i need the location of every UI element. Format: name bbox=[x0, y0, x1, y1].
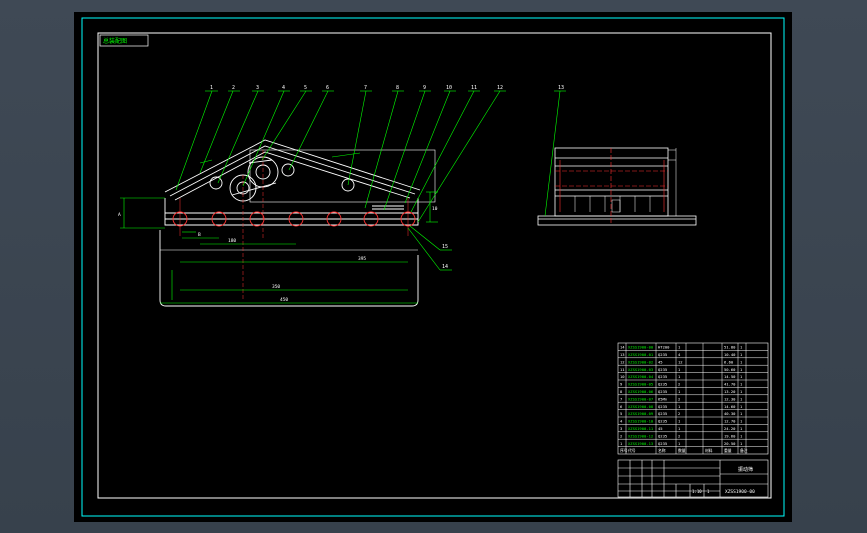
parts-table-cell: XZSS1900-11 bbox=[628, 426, 654, 431]
parts-table-cell: 13 bbox=[620, 352, 625, 357]
parts-table-cell: XZSS1900-12 bbox=[628, 433, 653, 438]
leader-number: 1 bbox=[210, 85, 213, 91]
leader-number: 8 bbox=[396, 85, 399, 91]
drawing-sheet[interactable]: 总装配图 1 2 3 4 5 6 7 8 9 10 11 12 15 14 A … bbox=[0, 0, 867, 533]
leader-number: 14 bbox=[442, 264, 448, 270]
parts-table-header-cell: 名称 bbox=[658, 448, 666, 453]
parts-table-cell: 14.50 bbox=[724, 374, 736, 379]
parts-table-cell: XZSS1900-05 bbox=[628, 382, 653, 387]
dimension-text: 450 bbox=[280, 297, 288, 303]
parts-table-cell: 7 bbox=[620, 396, 622, 401]
parts-table-cell: Q235 bbox=[658, 367, 667, 372]
parts-table-cell: XZSS1900-07 bbox=[628, 396, 653, 401]
leader-number: 3 bbox=[256, 85, 259, 91]
parts-table-header-cell: 材料 bbox=[705, 448, 713, 453]
dimension-text: B bbox=[198, 232, 201, 238]
parts-table-cell: 41.70 bbox=[724, 382, 736, 387]
parts-table-cell: 13.20 bbox=[724, 389, 736, 394]
parts-table-cell: 12.30 bbox=[724, 396, 736, 401]
parts-table-cell: Q235 bbox=[658, 389, 667, 394]
parts-table-cell: XZSS1900-00 bbox=[628, 345, 654, 350]
parts-table-cell: XZSS1900-13 bbox=[628, 441, 653, 446]
parts-table-cell: 24.20 bbox=[724, 426, 736, 431]
parts-table-cell: XZSS1900-02 bbox=[628, 359, 653, 364]
parts-table-cell: 65Mn bbox=[658, 396, 667, 401]
parts-table-cell: 20.50 bbox=[724, 441, 736, 446]
parts-table-cell: Q235 bbox=[658, 411, 667, 416]
parts-table-cell: Q235 bbox=[658, 404, 667, 409]
title-tag: 总装配图 bbox=[103, 37, 127, 45]
parts-table-header-cell: 代号 bbox=[628, 448, 636, 453]
leader-number: 7 bbox=[364, 85, 367, 91]
parts-table-cell: 40.30 bbox=[724, 411, 736, 416]
parts-table-cell: XZSS1900-03 bbox=[628, 367, 653, 372]
parts-table-header-cell: 备注 bbox=[740, 448, 748, 453]
parts-table-cell: Q235 bbox=[658, 441, 667, 446]
parts-table-cell: 2 bbox=[678, 396, 680, 401]
parts-table-cell: XZSS1900-01 bbox=[628, 352, 654, 357]
parts-table-cell: HT200 bbox=[658, 345, 670, 350]
dimension-text: 180 bbox=[228, 238, 236, 244]
leader-number: 9 bbox=[423, 85, 426, 91]
parts-table-cell: XZSS1900-09 bbox=[628, 411, 654, 416]
leader-number: 15 bbox=[442, 244, 448, 250]
drawing-name: 振动筛 bbox=[738, 466, 753, 473]
drawing-number: XZSS1900-00 bbox=[725, 489, 755, 495]
model-space bbox=[74, 12, 792, 522]
parts-table-cell: 10.40 bbox=[724, 352, 736, 357]
parts-table-cell: 19.60 bbox=[724, 433, 736, 438]
parts-table-cell: Q235 bbox=[658, 382, 667, 387]
parts-table-cell: 3 bbox=[620, 426, 622, 431]
parts-table-cell: 12 bbox=[678, 359, 683, 364]
cad-viewport[interactable]: 总装配图 1 2 3 4 5 6 7 8 9 10 11 12 15 14 A … bbox=[0, 0, 867, 533]
parts-table-cell: 2 bbox=[620, 433, 622, 438]
parts-table-cell: XZSS1900-08 bbox=[628, 404, 654, 409]
parts-table-cell: 14 bbox=[620, 345, 625, 350]
parts-table-cell: 14.60 bbox=[724, 404, 736, 409]
parts-table-cell: 45 bbox=[658, 426, 663, 431]
parts-table-cell: XZSS1900-06 bbox=[628, 389, 654, 394]
parts-table-header-cell: 数量 bbox=[678, 448, 686, 453]
parts-table-header-cell: 重量 bbox=[724, 448, 732, 453]
dimension-text: 395 bbox=[358, 256, 366, 262]
leader-number: 10 bbox=[446, 85, 452, 91]
parts-table-cell: 2 bbox=[678, 411, 680, 416]
parts-table-cell: 11 bbox=[620, 367, 625, 372]
parts-table-cell: 12.70 bbox=[724, 419, 736, 424]
parts-table-cell: XZSS1900-04 bbox=[628, 374, 654, 379]
parts-table-header-cell: 序号 bbox=[620, 448, 628, 453]
leader-number: 5 bbox=[304, 85, 307, 91]
parts-table-cell: 12 bbox=[620, 359, 625, 364]
parts-table-cell: 10 bbox=[620, 374, 625, 379]
dimension-text: A bbox=[118, 212, 121, 218]
parts-table-cell: 50.60 bbox=[724, 367, 736, 372]
dimension-text: 350 bbox=[272, 284, 280, 290]
parts-table-cell: 2 bbox=[678, 382, 680, 387]
parts-table-cell: 5 bbox=[620, 411, 622, 416]
parts-table-cell: 2 bbox=[678, 433, 680, 438]
parts-table-cell: XZSS1900-10 bbox=[628, 419, 654, 424]
leader-number: 4 bbox=[282, 85, 285, 91]
drawing-scale: 1:10 bbox=[692, 489, 702, 494]
leader-number: 6 bbox=[326, 85, 329, 91]
dimension-text: 10 bbox=[432, 206, 438, 212]
leader-number: 2 bbox=[232, 85, 235, 91]
side-leader-number: 13 bbox=[558, 85, 564, 91]
parts-table-cell: 6.60 bbox=[724, 359, 734, 364]
parts-table-cell: 51.80 bbox=[724, 345, 736, 350]
parts-table-cell: Q235 bbox=[658, 374, 667, 379]
parts-table-cell: Q235 bbox=[658, 352, 667, 357]
leader-number: 11 bbox=[471, 85, 477, 91]
leader-number: 12 bbox=[497, 85, 503, 91]
parts-table-cell: Q235 bbox=[658, 419, 667, 424]
parts-table-cell: Q235 bbox=[658, 433, 667, 438]
parts-table-cell: 45 bbox=[658, 359, 663, 364]
